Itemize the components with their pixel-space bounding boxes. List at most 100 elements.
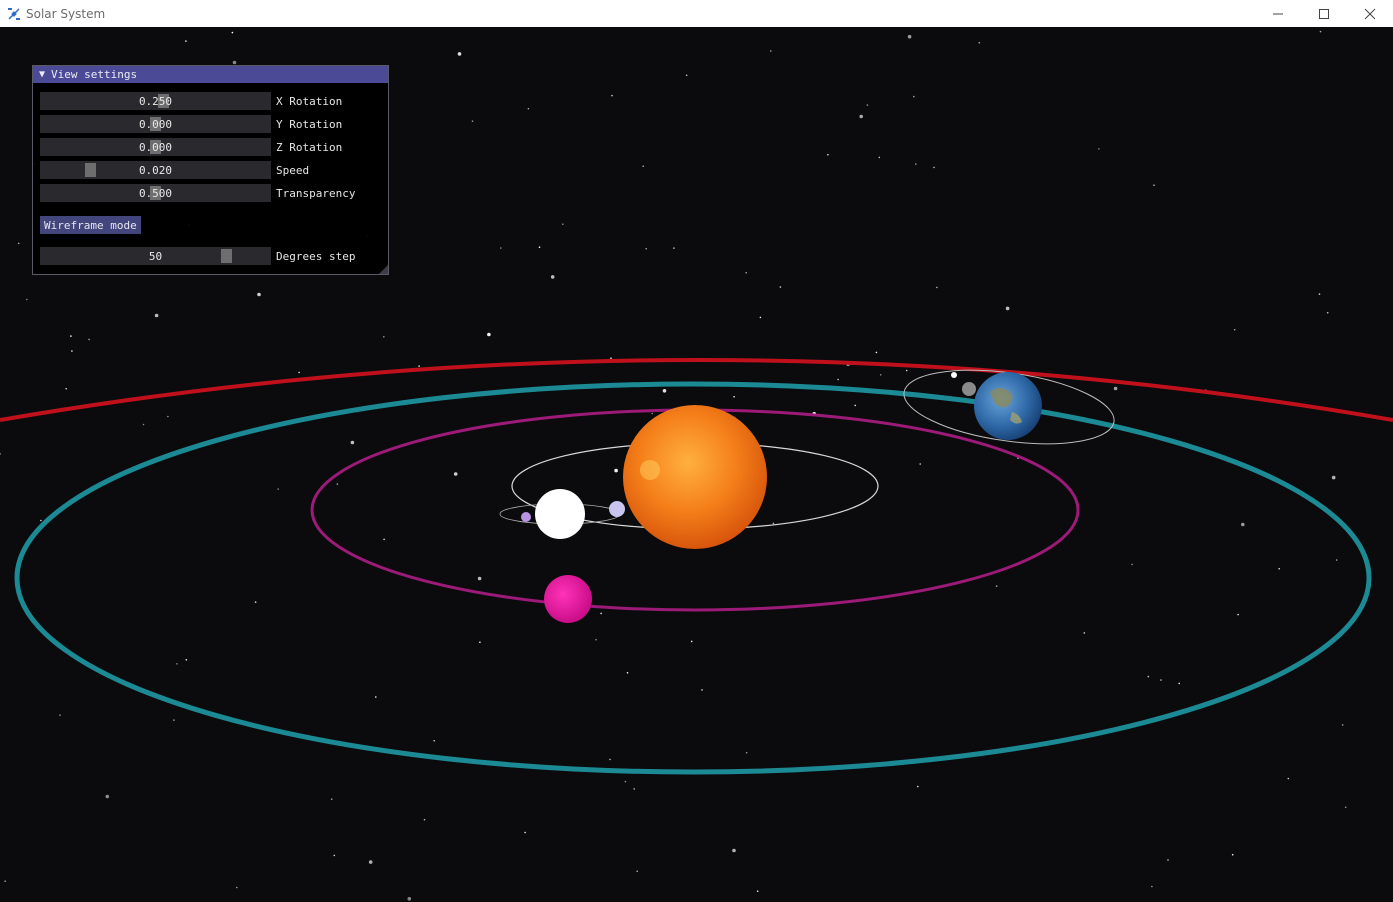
star <box>673 247 675 249</box>
slider-value: 0.250 <box>138 94 173 108</box>
minimize-button[interactable] <box>1255 0 1301 27</box>
star <box>453 472 458 476</box>
star <box>232 60 237 65</box>
slider-row-speed: 0.020 Speed <box>40 161 309 179</box>
star <box>913 95 915 98</box>
star <box>878 156 881 159</box>
star <box>350 440 355 445</box>
star <box>772 522 775 525</box>
star <box>142 423 145 426</box>
star <box>933 166 935 169</box>
star <box>254 601 257 603</box>
star <box>636 870 638 873</box>
window-controls <box>1255 0 1393 27</box>
y-rotation-slider[interactable]: 0.000 <box>40 115 271 133</box>
star <box>624 780 627 783</box>
sun-flare <box>640 460 660 480</box>
star <box>173 719 175 721</box>
slider-grab[interactable] <box>85 163 96 177</box>
render-viewport[interactable]: ▼ View settings 0.250 X Rotation 0.000 Y… <box>0 27 1393 902</box>
star <box>257 292 261 297</box>
star <box>915 163 917 165</box>
triangle-down-icon[interactable]: ▼ <box>39 69 45 80</box>
panel-header[interactable]: ▼ View settings <box>33 66 388 83</box>
slider-label: Degrees step <box>276 249 356 263</box>
speed-slider[interactable]: 0.020 <box>40 161 271 179</box>
star <box>1160 679 1162 681</box>
slider-label: Y Rotation <box>276 117 343 131</box>
title-bar[interactable]: Solar System <box>0 0 1393 27</box>
star <box>690 640 693 643</box>
star <box>1113 386 1118 391</box>
star <box>1341 724 1344 726</box>
star <box>1335 559 1338 561</box>
star <box>1319 30 1322 33</box>
wireframe-mode-button[interactable]: Wireframe mode <box>40 216 141 234</box>
star <box>88 338 90 341</box>
slider-row-degrees-step: 50 Degrees step <box>40 247 355 265</box>
star <box>732 848 736 853</box>
maximize-button[interactable] <box>1301 0 1347 27</box>
star <box>1167 859 1169 861</box>
star <box>1344 806 1347 809</box>
star <box>662 389 667 393</box>
star <box>1131 563 1133 566</box>
star <box>611 94 613 97</box>
star <box>477 576 482 581</box>
window-title: Solar System <box>26 6 106 21</box>
lavender-moon[interactable] <box>609 501 625 517</box>
star <box>105 794 110 799</box>
magenta-planet[interactable] <box>544 575 592 623</box>
star <box>26 298 28 301</box>
star <box>562 223 564 225</box>
purple-moon[interactable] <box>521 512 531 522</box>
star <box>866 104 869 106</box>
star <box>756 890 759 892</box>
degrees-step-slider[interactable]: 50 <box>40 247 271 265</box>
star <box>71 350 73 352</box>
resize-grip[interactable] <box>379 265 388 274</box>
star <box>176 663 178 665</box>
star <box>854 404 856 407</box>
star <box>1151 885 1153 888</box>
star <box>905 369 908 372</box>
star <box>1005 306 1010 311</box>
view-settings-panel[interactable]: ▼ View settings 0.250 X Rotation 0.000 Y… <box>32 65 389 275</box>
star <box>1287 777 1290 780</box>
star <box>1326 311 1329 314</box>
star <box>70 335 72 337</box>
star <box>154 313 159 318</box>
close-button[interactable] <box>1347 0 1393 27</box>
star <box>298 371 300 374</box>
star <box>0 453 1 455</box>
minimize-icon <box>1273 13 1283 14</box>
star <box>471 120 474 122</box>
star <box>418 365 420 367</box>
star <box>487 332 491 337</box>
star <box>231 31 234 34</box>
slider-grab[interactable] <box>221 249 232 263</box>
slider-label: Speed <box>276 163 310 177</box>
earth-satellite <box>951 372 957 378</box>
transparency-slider[interactable]: 0.500 <box>40 184 271 202</box>
star <box>609 758 611 761</box>
star <box>407 897 412 901</box>
star <box>17 242 20 245</box>
star <box>645 247 647 250</box>
earth-moon[interactable] <box>962 382 976 396</box>
star <box>423 818 426 821</box>
star <box>1241 522 1245 527</box>
star <box>59 714 61 716</box>
x-rotation-slider[interactable]: 0.250 <box>40 92 271 110</box>
white-planet[interactable] <box>535 489 585 539</box>
star <box>1178 682 1180 685</box>
star <box>879 374 882 376</box>
star <box>185 40 187 42</box>
z-rotation-slider[interactable]: 0.000 <box>40 138 271 156</box>
slider-value: 0.500 <box>138 186 173 200</box>
star <box>595 638 597 641</box>
star <box>333 854 336 857</box>
slider-value: 50 <box>148 249 163 263</box>
star <box>859 114 863 119</box>
slider-row-z-rotation: 0.000 Z Rotation <box>40 138 342 156</box>
